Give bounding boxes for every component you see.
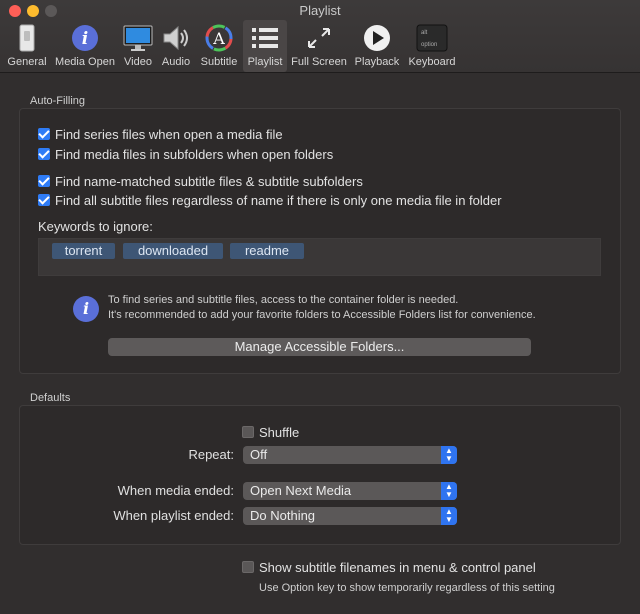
- color-wheel-a-icon: A: [203, 23, 235, 53]
- keyword-token[interactable]: downloaded: [123, 243, 223, 259]
- repeat-label: Repeat:: [188, 447, 234, 462]
- check-find-subfolders[interactable]: Find media files in subfolders when open…: [38, 147, 333, 162]
- tab-media-open-label: Media Open: [55, 56, 115, 68]
- check-name-matched-subtitles-label: Find name-matched subtitle files & subti…: [55, 174, 363, 189]
- checkbox-show-subtitle-filenames[interactable]: [242, 561, 254, 573]
- tab-audio[interactable]: Audio: [158, 20, 194, 72]
- auto-filling-title: Auto-Filling: [30, 95, 86, 107]
- expand-arrows-icon: [303, 23, 335, 53]
- info-circle-icon: i: [69, 23, 101, 53]
- tab-playback-label: Playback: [354, 56, 400, 68]
- media-ended-value: Open Next Media: [250, 483, 352, 498]
- tab-playlist[interactable]: Playlist: [243, 20, 287, 72]
- tab-general-label: General: [7, 56, 47, 68]
- tab-playlist-label: Playlist: [247, 56, 283, 68]
- check-show-subtitle-filenames[interactable]: Show subtitle filenames in menu & contro…: [242, 560, 536, 575]
- media-ended-select[interactable]: Open Next Media ▲ ▼: [243, 482, 457, 500]
- speaker-icon: [160, 23, 192, 53]
- manage-accessible-folders-button[interactable]: Manage Accessible Folders...: [108, 338, 531, 356]
- check-name-matched-subtitles[interactable]: Find name-matched subtitle files & subti…: [38, 174, 363, 189]
- list-icon: [249, 23, 281, 53]
- info-icon: i: [73, 296, 99, 322]
- checkbox-all-subtitles[interactable]: [38, 194, 50, 206]
- info-text-line-2: It's recommended to add your favorite fo…: [108, 309, 536, 321]
- check-shuffle-label: Shuffle: [259, 425, 300, 440]
- repeat-select[interactable]: Off ▲ ▼: [243, 446, 457, 464]
- info-text-line-1: To find series and subtitle files, acces…: [108, 294, 459, 306]
- tab-audio-label: Audio: [161, 56, 191, 68]
- tab-video-label: Video: [124, 56, 152, 68]
- checkbox-find-subfolders[interactable]: [38, 148, 50, 160]
- general-switch-icon: [11, 23, 43, 53]
- keywords-token-field[interactable]: torrent downloaded readme: [38, 238, 601, 276]
- check-find-subfolders-label: Find media files in subfolders when open…: [55, 147, 334, 162]
- checkbox-find-series[interactable]: [38, 128, 50, 140]
- play-circle-icon: [361, 23, 393, 53]
- keyword-token[interactable]: readme: [230, 243, 304, 259]
- playlist-ended-label: When playlist ended:: [113, 508, 234, 523]
- keycap-alt-text: alt: [421, 30, 428, 36]
- preferences-window: Playlist General i Media Open Video Audi…: [0, 0, 640, 614]
- option-key-hint: Use Option key to show temporarily regar…: [259, 582, 555, 594]
- tab-full-screen[interactable]: Full Screen: [289, 20, 349, 72]
- option-key-icon: alt option: [416, 23, 448, 53]
- tab-full-screen-label: Full Screen: [291, 56, 347, 68]
- window-title: Playlist: [299, 3, 341, 18]
- playlist-ended-select[interactable]: Do Nothing ▲ ▼: [243, 507, 457, 525]
- check-shuffle[interactable]: Shuffle: [242, 425, 299, 440]
- tab-subtitle-label: Subtitle: [200, 56, 238, 68]
- tab-playback[interactable]: Playback: [352, 20, 402, 72]
- title-bar: Playlist General i Media Open Video Audi…: [0, 0, 640, 73]
- tab-keyboard[interactable]: alt option Keyboard: [404, 20, 460, 72]
- media-ended-label: When media ended:: [117, 483, 234, 498]
- check-all-subtitles-label: Find all subtitle files regardless of na…: [55, 193, 502, 208]
- tab-general[interactable]: General: [6, 20, 48, 72]
- keywords-label: Keywords to ignore:: [38, 219, 153, 234]
- svg-text:i: i: [82, 29, 88, 49]
- tab-subtitle[interactable]: A Subtitle: [196, 20, 242, 72]
- tab-keyboard-label: Keyboard: [408, 56, 456, 68]
- playlist-ended-value: Do Nothing: [250, 508, 316, 523]
- svg-text:A: A: [212, 29, 225, 48]
- defaults-title: Defaults: [30, 392, 71, 404]
- keyword-token[interactable]: torrent: [52, 243, 115, 259]
- checkbox-name-matched-subtitles[interactable]: [38, 175, 50, 187]
- monitor-icon: [122, 23, 154, 53]
- check-show-subtitle-filenames-label: Show subtitle filenames in menu & contro…: [259, 560, 536, 575]
- check-find-series[interactable]: Find series files when open a media file: [38, 127, 283, 142]
- chevron-up-down-icon: ▲ ▼: [441, 446, 457, 464]
- checkbox-shuffle[interactable]: [242, 426, 254, 438]
- repeat-value: Off: [250, 447, 268, 462]
- keycap-option-text: option: [421, 42, 437, 48]
- check-all-subtitles[interactable]: Find all subtitle files regardless of na…: [38, 193, 502, 208]
- check-find-series-label: Find series files when open a media file: [55, 127, 283, 142]
- chevron-up-down-icon: ▲ ▼: [441, 482, 457, 500]
- chevron-up-down-icon: ▲ ▼: [441, 507, 457, 525]
- tab-video[interactable]: Video: [120, 20, 156, 72]
- tab-media-open[interactable]: i Media Open: [52, 20, 118, 72]
